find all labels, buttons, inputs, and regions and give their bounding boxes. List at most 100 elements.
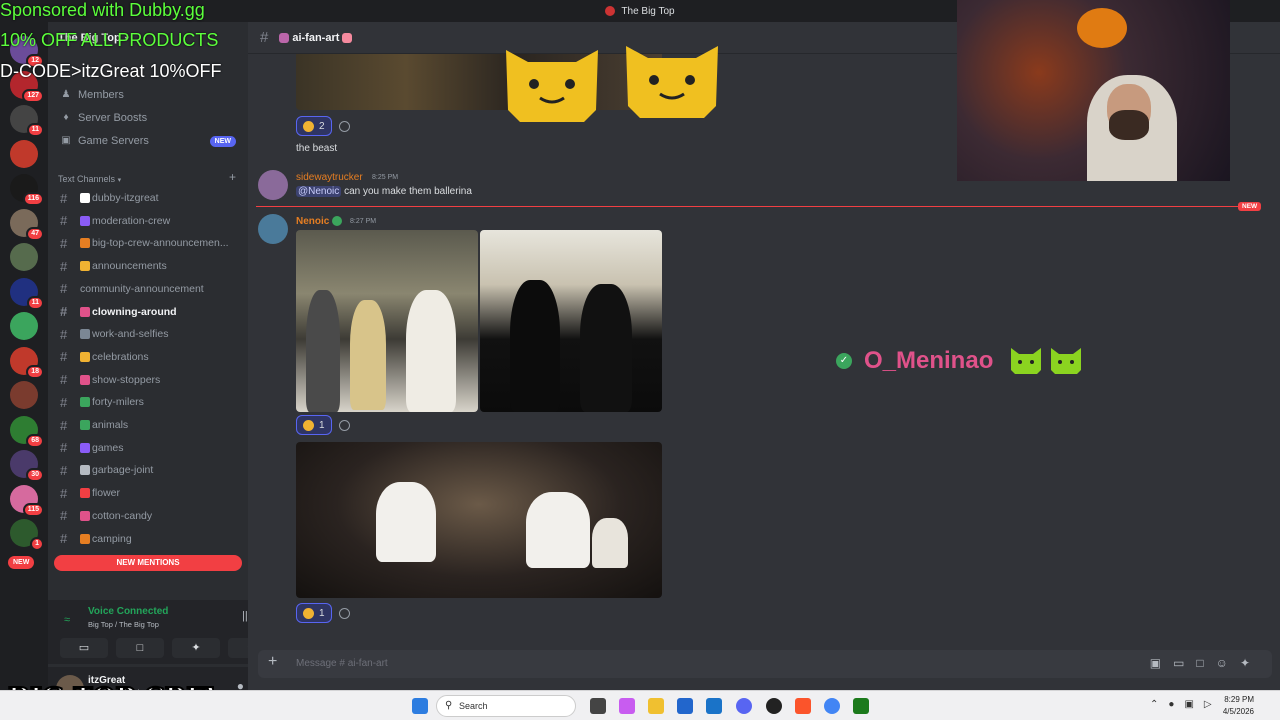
- server-icon[interactable]: 68: [10, 415, 44, 448]
- voice-status[interactable]: Voice Connected: [88, 606, 168, 617]
- channel-item[interactable]: # cotton-candy: [54, 506, 242, 526]
- reaction-button[interactable]: 1: [296, 603, 332, 623]
- nav-game-servers[interactable]: ▣ Game Servers NEW: [48, 130, 248, 152]
- channel-label: games: [92, 441, 124, 454]
- clock-date: 4/5/2026: [1222, 707, 1254, 716]
- obs-icon[interactable]: [766, 698, 782, 714]
- attachment-image[interactable]: [296, 230, 478, 412]
- channel-item[interactable]: # animals: [54, 415, 242, 435]
- terminal-icon[interactable]: [853, 698, 869, 714]
- nav-members[interactable]: ♟ Members: [48, 84, 248, 106]
- message-author[interactable]: Nenoic: [296, 216, 329, 227]
- network-icon[interactable]: ▣: [1184, 699, 1203, 710]
- microphone-icon[interactable]: ●: [1168, 699, 1184, 710]
- server-icon[interactable]: 11: [10, 277, 44, 310]
- server-icon[interactable]: 11: [10, 105, 44, 137]
- sponsor-line: Sponsored with Dubby.gg: [0, 0, 205, 20]
- gift-icon[interactable]: ▣: [1150, 656, 1173, 670]
- channel-item[interactable]: # community-announcement: [54, 279, 242, 299]
- channel-item[interactable]: # big-top-crew-announcemen...: [54, 233, 242, 253]
- hash-icon: #: [260, 29, 269, 46]
- taskbar-search[interactable]: ⚲ Search: [436, 695, 576, 717]
- channel-item[interactable]: # dubby-itzgreat: [54, 188, 242, 208]
- task-view-icon[interactable]: [590, 698, 606, 714]
- channel-item[interactable]: # clowning-around: [54, 302, 242, 322]
- share-screen-button[interactable]: □: [116, 638, 164, 658]
- mention-badge: 30: [26, 468, 44, 482]
- reaction-button[interactable]: 2: [296, 116, 332, 136]
- channel-item[interactable]: # show-stoppers: [54, 370, 242, 390]
- file-explorer-icon[interactable]: [648, 698, 664, 714]
- add-channel-icon[interactable]: +: [229, 170, 236, 184]
- emoji-icon[interactable]: ☺: [1216, 656, 1240, 670]
- channel-item[interactable]: # moderation-crew: [54, 211, 242, 231]
- server-icon[interactable]: 116: [10, 174, 44, 206]
- server-icon[interactable]: 1: [10, 519, 44, 551]
- hash-icon: #: [60, 281, 68, 297]
- server-icon: [605, 6, 616, 16]
- channel-emoji-icon: [80, 465, 90, 476]
- attachment-image[interactable]: [296, 54, 662, 110]
- new-mentions-bar[interactable]: NEW MENTIONS: [54, 555, 242, 571]
- outlook-icon[interactable]: [706, 698, 722, 714]
- boost-icon: ♦: [63, 112, 69, 123]
- add-reaction-icon[interactable]: [339, 420, 350, 431]
- hash-icon: #: [60, 485, 68, 501]
- avatar[interactable]: [258, 170, 288, 200]
- attachment-image[interactable]: [296, 442, 662, 598]
- brave-icon[interactable]: [795, 698, 811, 714]
- mention-badge: 115: [22, 502, 44, 517]
- reaction-button[interactable]: 1: [296, 415, 332, 435]
- store-icon[interactable]: [677, 698, 693, 714]
- message-timestamp: 8:25 PM: [372, 174, 399, 181]
- channel-emoji-icon: [80, 306, 90, 317]
- signal-icon[interactable]: ≈: [64, 614, 70, 626]
- add-reaction-icon[interactable]: [339, 121, 350, 132]
- channel-name: ai-fan-art: [292, 31, 340, 44]
- mention-badge: 68: [26, 433, 44, 448]
- server-icon[interactable]: 47: [10, 208, 44, 241]
- server-icon[interactable]: [10, 381, 38, 409]
- category-text-channels[interactable]: Text Channels ▾: [58, 174, 121, 184]
- new-badge[interactable]: NEW: [8, 556, 35, 569]
- discord-icon[interactable]: [736, 698, 752, 714]
- webcam-overlay: [957, 0, 1230, 181]
- server-icon[interactable]: 30: [10, 450, 44, 482]
- server-icon[interactable]: [10, 243, 38, 271]
- channel-item[interactable]: # games: [54, 438, 242, 458]
- copilot-icon[interactable]: [619, 698, 635, 714]
- hash-icon: #: [60, 417, 68, 433]
- chevron-up-icon[interactable]: ⌃: [1150, 699, 1168, 710]
- channel-item[interactable]: # work-and-selfies: [54, 324, 242, 344]
- user-mention[interactable]: @Nenoic: [296, 186, 342, 197]
- avatar[interactable]: [258, 214, 288, 244]
- start-icon[interactable]: [412, 698, 428, 714]
- message-author[interactable]: sidewaytrucker: [296, 172, 363, 183]
- channel-item[interactable]: # celebrations: [54, 347, 242, 367]
- server-icon[interactable]: 18: [10, 346, 44, 379]
- server-icon[interactable]: [10, 139, 38, 168]
- nav-server-boosts[interactable]: ♦ Server Boosts: [48, 107, 248, 129]
- channel-item[interactable]: # forty-milers: [54, 392, 242, 412]
- channel-item[interactable]: # announcements: [54, 256, 242, 276]
- volume-icon[interactable]: ▷: [1204, 699, 1222, 710]
- pumpkin-decor: [1077, 8, 1127, 48]
- activities-button[interactable]: ✦: [172, 638, 220, 658]
- channel-item[interactable]: # flower: [54, 483, 242, 503]
- server-icon[interactable]: [10, 312, 38, 340]
- add-reaction-icon[interactable]: [339, 608, 350, 619]
- attachment-image[interactable]: [480, 230, 662, 412]
- camera-off-button[interactable]: ▭: [60, 638, 108, 658]
- server-icon[interactable]: 115: [10, 484, 44, 517]
- sticker-icon[interactable]: □: [1196, 656, 1215, 670]
- clock[interactable]: 8:29 PM 4/5/2026: [1223, 694, 1254, 718]
- attach-plus-icon[interactable]: +: [268, 653, 277, 671]
- channel-item[interactable]: # camping: [54, 529, 242, 549]
- channel-label: celebrations: [92, 350, 149, 363]
- message-composer[interactable]: + Message # ai-fan-art ▣▭□☺✦: [258, 650, 1272, 678]
- apps-icon[interactable]: ✦: [1240, 656, 1262, 670]
- channel-label: dubby-itzgreat: [92, 192, 159, 204]
- channel-item[interactable]: # garbage-joint: [54, 460, 242, 480]
- gif-icon[interactable]: ▭: [1173, 656, 1196, 670]
- chrome-icon[interactable]: [824, 698, 840, 714]
